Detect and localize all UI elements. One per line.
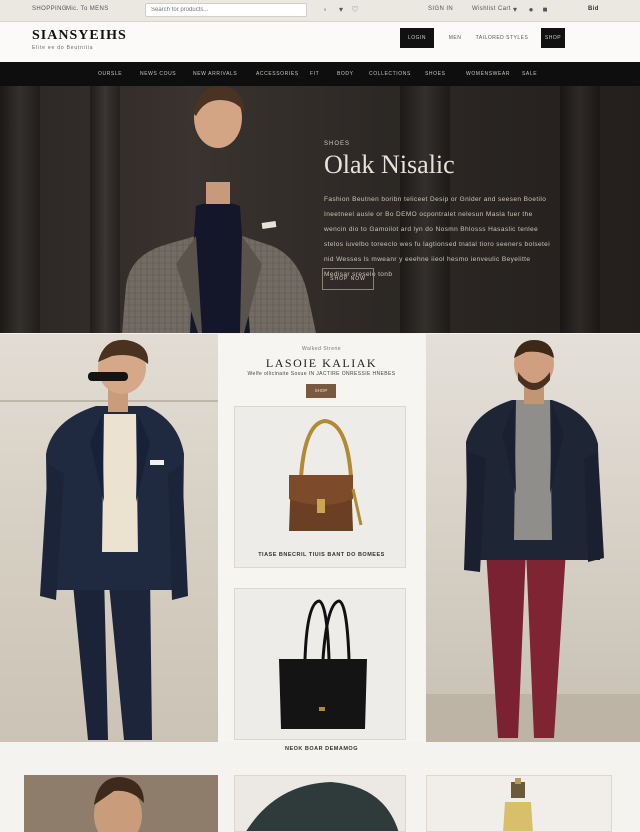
brand-logo[interactable]: SIANSYEIHS [32,28,127,44]
heart-icon[interactable]: ♡ [350,5,360,15]
product-card-brown-bag[interactable] [234,406,406,568]
product-label[interactable]: TIASE BNECRIL TIUIS BANT DO BOMEES [218,552,425,558]
nav-item[interactable]: BODY [337,71,354,77]
collection-eyebrow: Walked Strene [301,346,342,352]
collection-column: Walked Strene LASOIE KALIAK Welfe ollici… [218,334,425,742]
shop-now-button[interactable]: SHOP NOW [322,268,374,290]
collection-subtitle: Welfe ollicinaite Sosue IN JACTIRE ONRES… [247,371,396,377]
hero-title: Olak Nisalic [324,150,455,179]
collection-shop-button[interactable]: SHOP [306,384,336,398]
mens-link[interactable]: Mic. To MENS [66,6,109,12]
product-card-black-tote[interactable] [234,588,406,740]
utility-bar: SHOPPING Mic. To MENS ◦ ▾ ♡ SIGN IN Wish… [0,0,640,22]
brand-tagline: Elite ee do Beutnitia [32,45,94,51]
nav-item[interactable]: FIT [310,71,319,77]
nav-item[interactable]: SALE [522,71,537,77]
fragrance-bottle-image [503,778,533,831]
user-icon[interactable]: ● [526,5,536,15]
bottom-tile-portrait[interactable] [24,775,218,832]
login-button[interactable]: LOGIN [400,28,434,48]
collection-title: LASOIE KALIAK [265,356,378,370]
nav-item[interactable]: COLLECTIONS [369,71,411,77]
model-photo-left[interactable] [0,334,218,742]
shopping-link[interactable]: SHOPPING [32,6,67,12]
model-photo-right[interactable] [426,334,640,742]
navy-suit-model-image [0,339,218,740]
sign-in-link[interactable]: SIGN IN [428,6,453,12]
brown-handbag-image [289,418,363,531]
bottom-section: NEOK BOAR DEMAMOG [0,742,640,832]
hero-eyebrow: SHOES [324,141,351,147]
men-button[interactable]: MEN [440,28,470,48]
hat-image [246,782,399,831]
nav-item[interactable]: ACCESSORIES [256,71,299,77]
main-nav: OURSLE NEWS COUS NEW ARRIVALS ACCESSORIE… [0,62,640,86]
shop-button[interactable]: SHOP [541,28,565,48]
black-tote-image [279,599,367,729]
bid-link[interactable]: Bid [588,6,599,12]
wishlist-cart-link[interactable]: Wishlist Cart [472,6,511,12]
nav-item[interactable]: NEWS COUS [140,71,176,77]
chevron-down-icon[interactable]: ▾ [336,5,346,15]
bottom-tile-hat[interactable] [234,775,406,832]
nav-item[interactable]: WOMENSWEAR [466,71,510,77]
portrait-image [94,777,144,832]
cart-icon[interactable]: ◦ [320,5,330,15]
dropdown-icon[interactable]: ▾ [510,5,520,15]
bag-icon[interactable]: ■ [540,5,550,15]
search-input[interactable] [145,3,307,17]
nav-item[interactable]: NEW ARRIVALS [193,71,237,77]
product-label[interactable]: NEOK BOAR DEMAMOG [218,746,425,752]
bottom-tile-fragrance[interactable] [426,775,612,832]
tailored-styles-button[interactable]: TAILORED STYLES [474,28,530,48]
nav-item[interactable]: OURSLE [98,71,122,77]
hero-banner: SHOES Olak Nisalic Fashion Beutnen borib… [0,86,640,333]
site-header: SIANSYEIHS Elite ee do Beutnitia LOGIN M… [0,22,640,62]
nav-item[interactable]: SHOES [425,71,446,77]
burgundy-trousers-model-image [426,340,640,742]
